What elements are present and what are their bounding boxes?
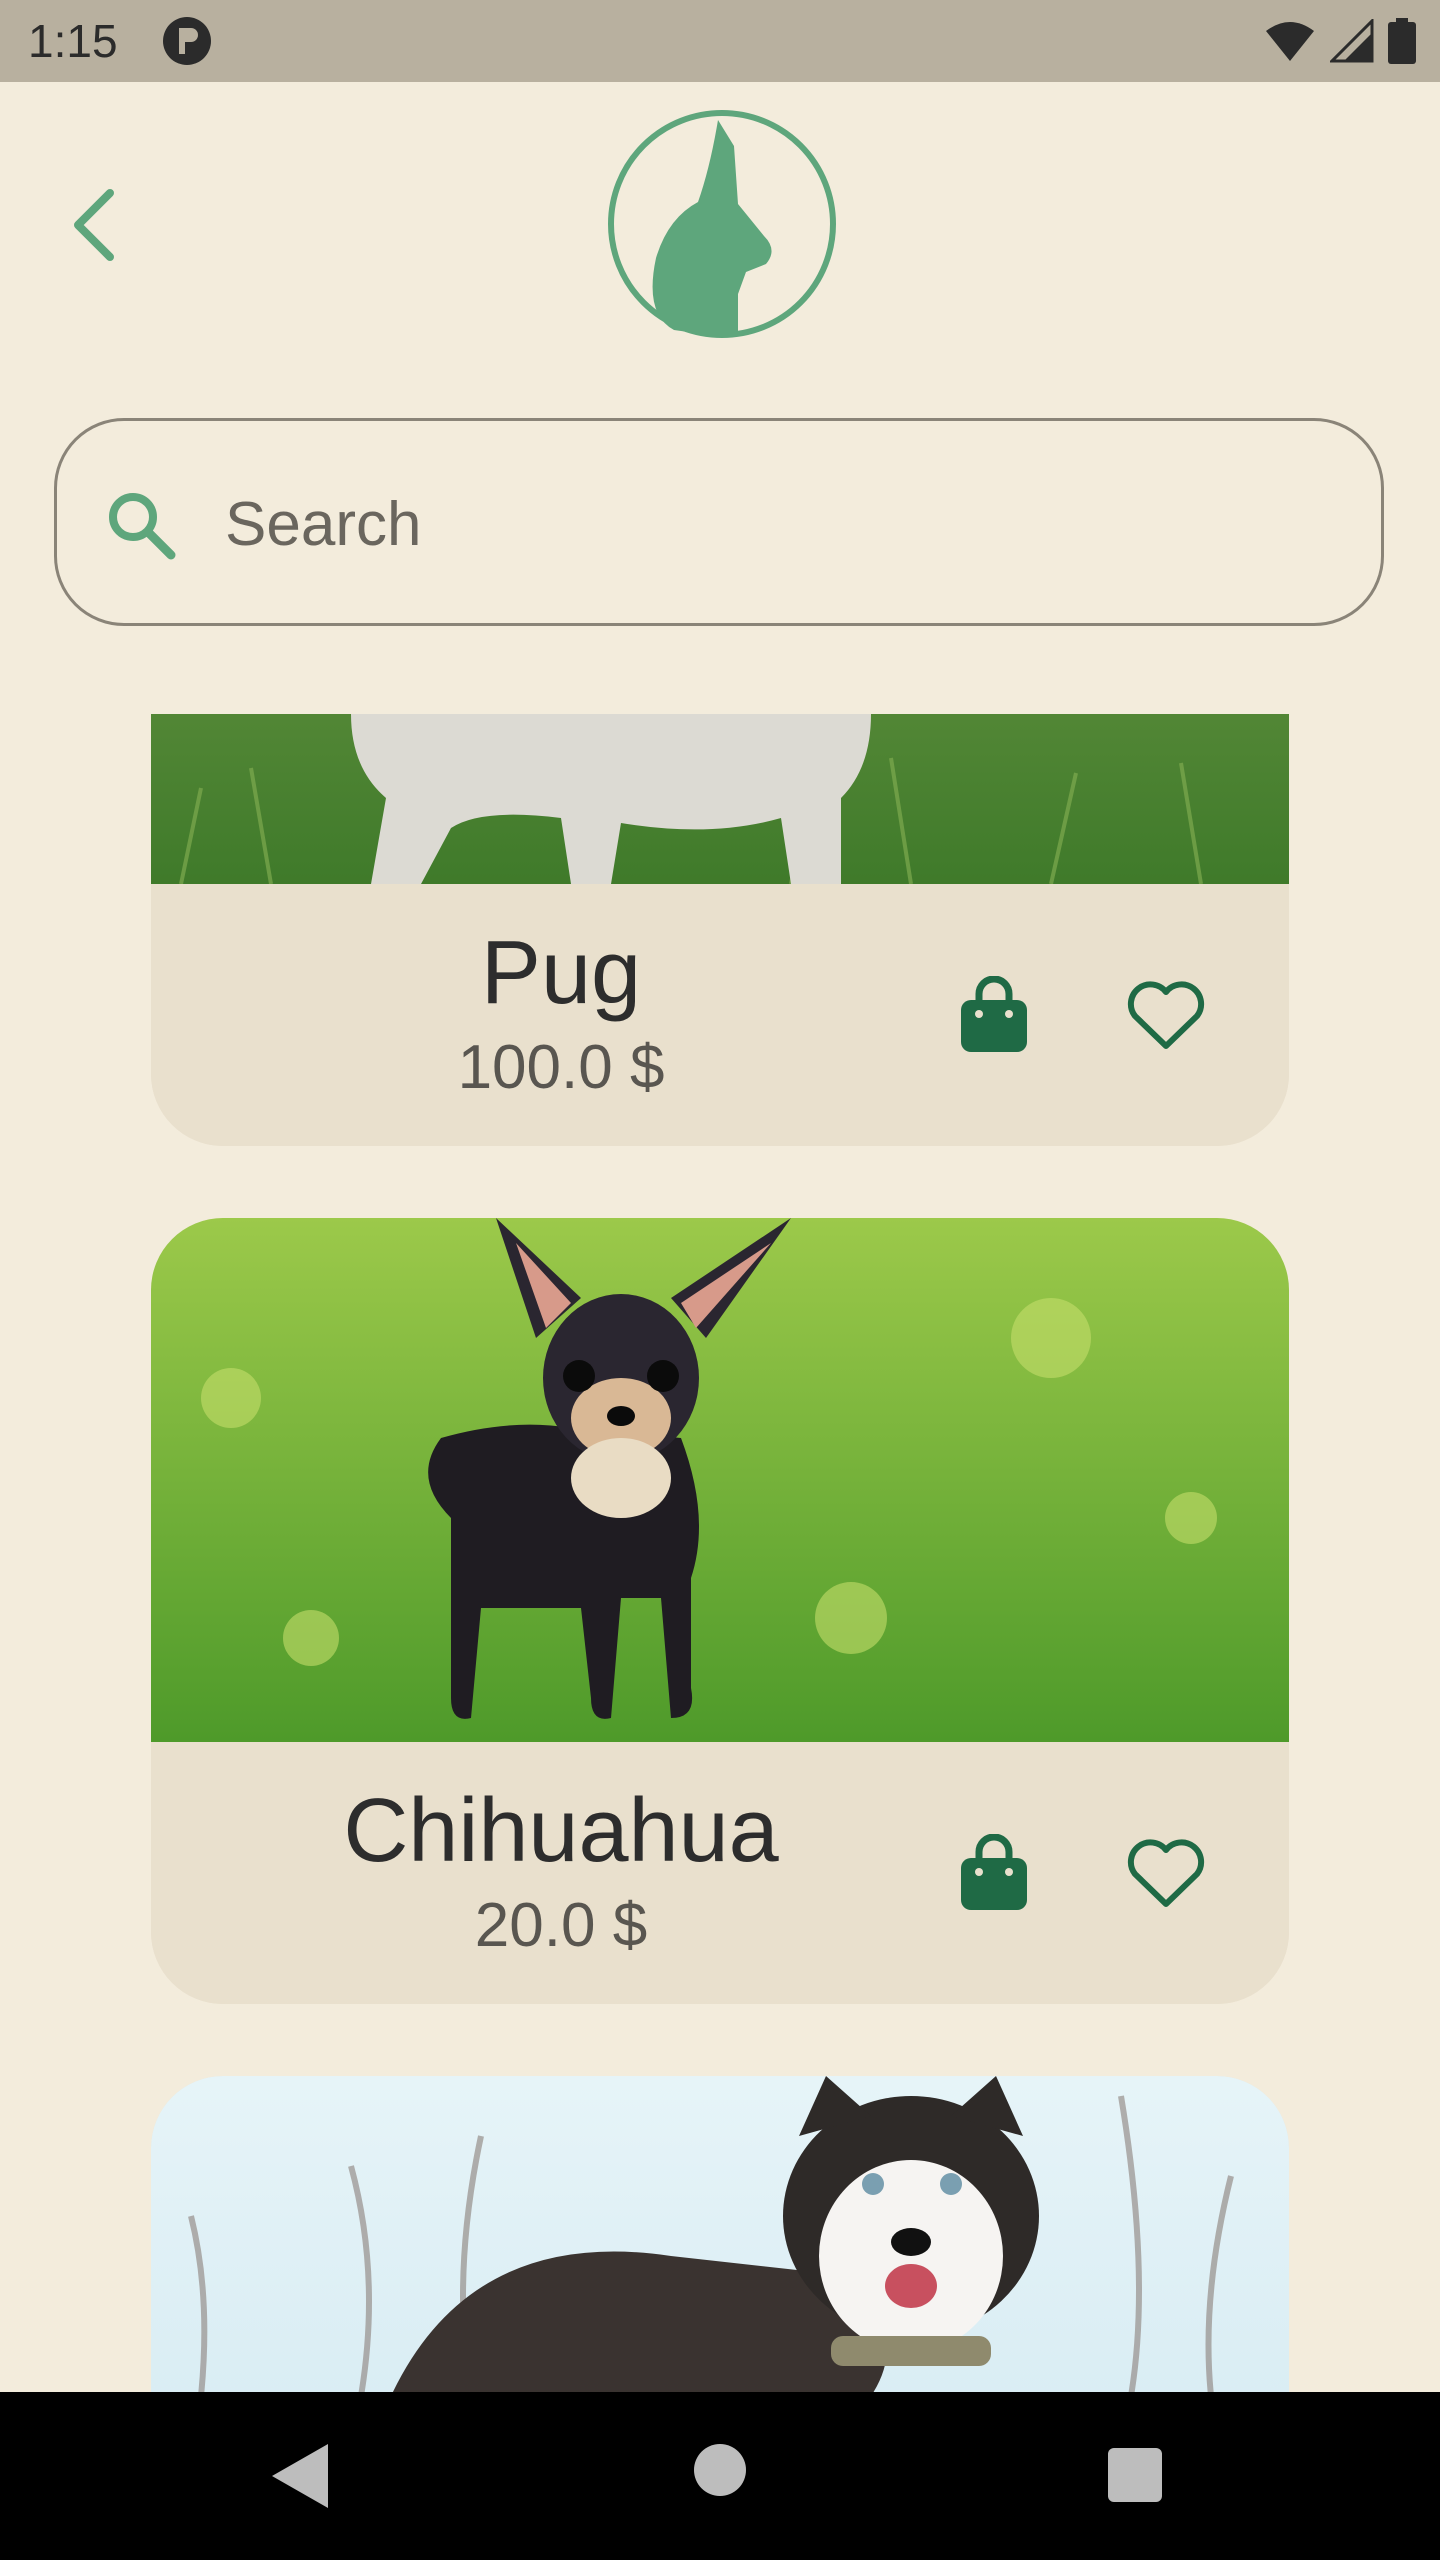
battery-icon: [1388, 18, 1416, 64]
search-input[interactable]: [223, 471, 1327, 577]
heart-icon[interactable]: [1127, 980, 1205, 1052]
signal-icon: [1330, 19, 1374, 63]
app-logo: [608, 110, 836, 338]
husky-photo: [151, 2076, 1289, 2392]
search-bar[interactable]: [54, 418, 1384, 626]
pug-photo: [151, 714, 1289, 884]
product-name: Pug: [480, 923, 642, 1023]
shopping-bag-icon[interactable]: [959, 1834, 1029, 1912]
back-button[interactable]: [60, 185, 130, 265]
app-notification-icon: [163, 17, 211, 65]
nav-back-icon[interactable]: [270, 2442, 330, 2510]
product-list[interactable]: Pug 100.0 $ Chihuahua 20.0 $: [0, 714, 1440, 2392]
chihuahua-photo: [151, 1218, 1289, 1742]
status-time: 1:15: [28, 15, 118, 67]
product-price: 100.0 $: [457, 1033, 665, 1102]
card-footer: Chihuahua 20.0 $: [151, 1742, 1289, 2004]
product-name: Chihuahua: [343, 1781, 779, 1881]
search-icon: [109, 493, 176, 560]
status-bar: 1:15: [0, 0, 1440, 82]
heart-icon[interactable]: [1127, 1838, 1205, 1910]
product-price: 20.0 $: [474, 1891, 648, 1960]
nav-home-button[interactable]: [694, 2444, 746, 2496]
shopping-bag-icon[interactable]: [959, 976, 1029, 1054]
system-navigation-bar: [0, 2392, 1440, 2560]
product-card[interactable]: Chihuahua 20.0 $: [151, 1218, 1289, 2004]
product-card[interactable]: Pug 100.0 $: [151, 714, 1289, 1146]
wifi-icon: [1266, 22, 1314, 61]
product-card[interactable]: [151, 2076, 1289, 2392]
card-footer: Pug 100.0 $: [151, 884, 1289, 1146]
nav-recents-button[interactable]: [1108, 2448, 1162, 2502]
status-indicators: [1264, 18, 1416, 64]
